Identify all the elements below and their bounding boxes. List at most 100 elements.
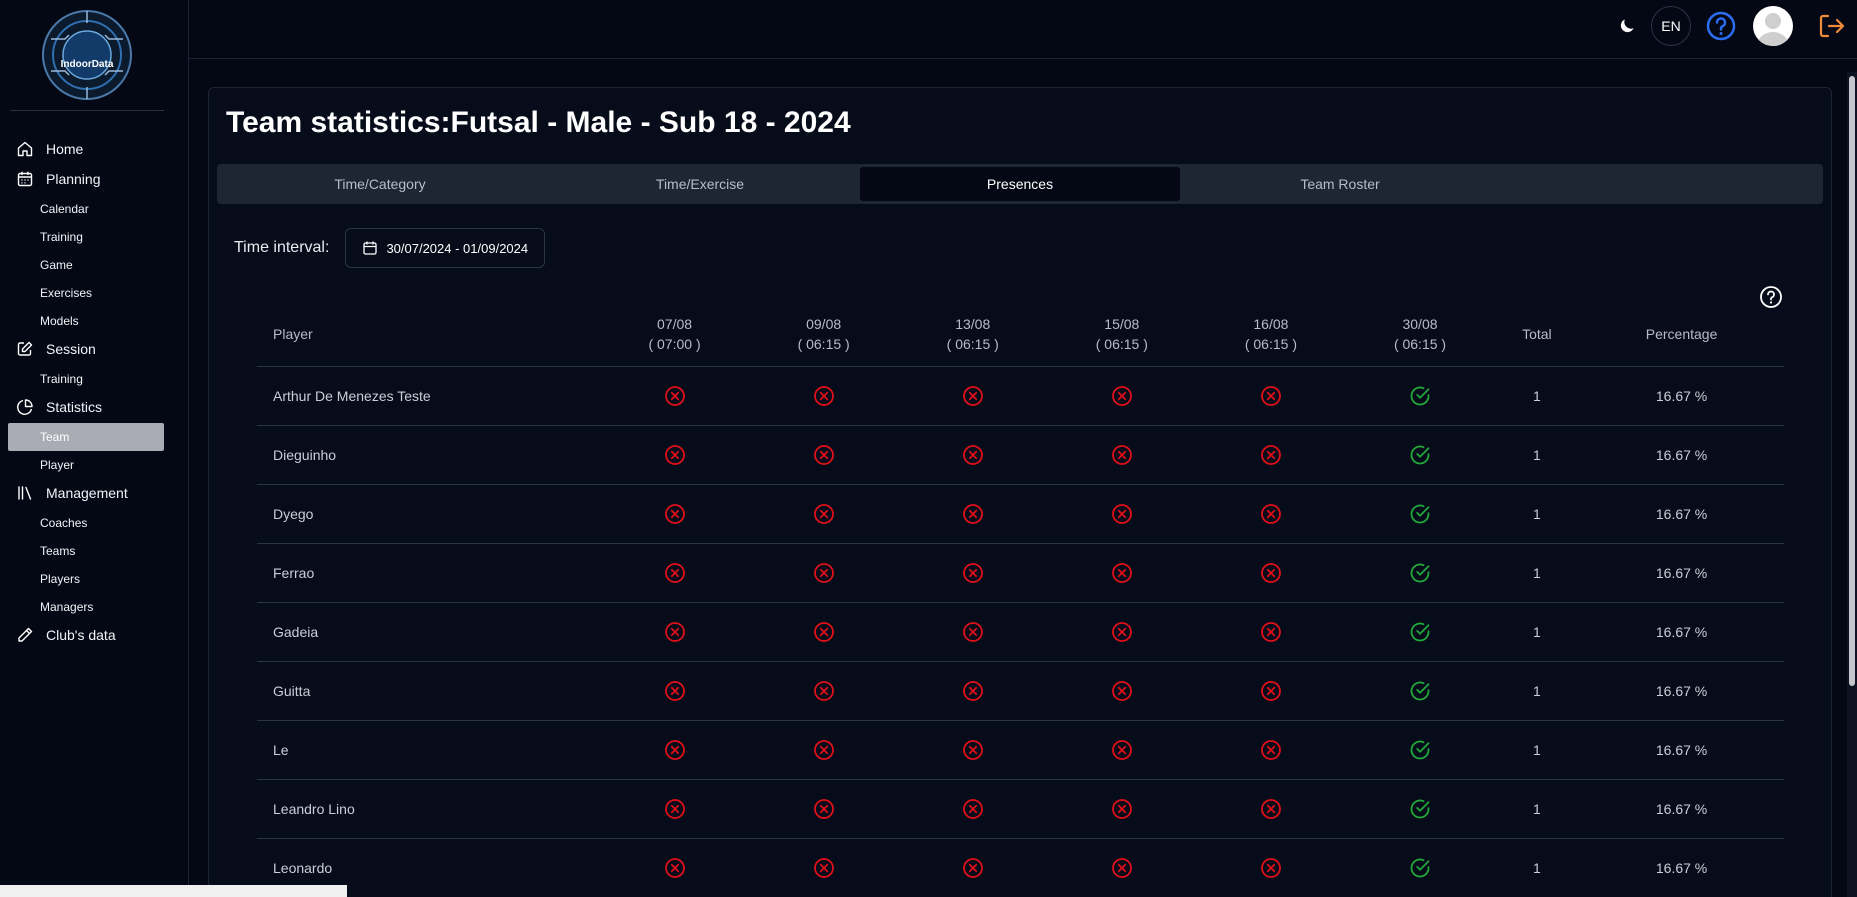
sidebar-subitem-planning-calendar[interactable]: Calendar	[0, 195, 188, 223]
table-row: Dyego 1 16.67 %	[257, 484, 1784, 544]
percentage-cell: 16.67 %	[1579, 366, 1784, 426]
date-range-picker[interactable]: 30/07/2024 - 01/09/2024	[345, 228, 546, 268]
sidebar-item-statistics[interactable]: Statistics	[0, 393, 188, 421]
present-check-icon	[1409, 445, 1431, 464]
app-logo[interactable]: IndoorData	[41, 9, 133, 101]
absent-x-icon	[962, 385, 984, 406]
total-cell: 1	[1494, 779, 1580, 839]
logout-icon[interactable]	[1817, 12, 1845, 40]
percentage-cell: 16.67 %	[1579, 543, 1784, 603]
sidebar-subitem-management-coaches[interactable]: Coaches	[0, 509, 188, 537]
sidebar-subitem-statistics-team[interactable]: Team	[8, 423, 164, 451]
sidebar-subitem-management-teams[interactable]: Teams	[0, 537, 188, 565]
scrollbar[interactable]	[1847, 72, 1857, 897]
calendar-icon	[363, 241, 378, 255]
session-date: 30/08	[1402, 316, 1438, 333]
presence-cell	[1196, 661, 1346, 721]
avatar[interactable]	[1753, 6, 1793, 46]
presence-cell	[1196, 602, 1346, 662]
presence-cell	[898, 543, 1048, 603]
absent-x-icon	[664, 385, 686, 406]
table-body: Arthur De Menezes Teste 1 16.67 % Dieguinho…	[257, 366, 1784, 897]
present-check-icon	[1409, 504, 1431, 523]
sidebar-subitem-management-players[interactable]: Players	[0, 565, 188, 593]
player-column-header[interactable]: Player	[257, 303, 600, 367]
time-interval-label: Time interval:	[234, 239, 330, 256]
presence-cell	[600, 543, 750, 603]
absent-x-icon	[1260, 562, 1282, 583]
sidebar-item-home[interactable]: Home	[0, 135, 188, 163]
present-check-icon	[1409, 740, 1431, 759]
total-column-header[interactable]: Total	[1494, 303, 1580, 367]
presence-cell	[1345, 838, 1495, 897]
sidebar-subitem-management-managers[interactable]: Managers	[0, 593, 188, 621]
absent-x-icon	[962, 444, 984, 465]
total-cell: 1	[1494, 838, 1580, 897]
player-name: Le	[257, 720, 600, 780]
logo-text: IndoorData	[60, 59, 114, 70]
top-bar: EN	[189, 0, 1857, 59]
presence-cell	[1345, 602, 1495, 662]
sidebar-item-label: Club's data	[46, 627, 116, 643]
home-icon	[16, 140, 34, 158]
percentage-cell: 16.67 %	[1579, 602, 1784, 662]
table-row: Leonardo 1 16.67 %	[257, 838, 1784, 897]
sidebar-subitem-planning-exercises[interactable]: Exercises	[0, 279, 188, 307]
percentage-cell: 16.67 %	[1579, 720, 1784, 780]
presence-cell	[898, 661, 1048, 721]
presence-cell	[898, 484, 1048, 544]
presence-cell	[1047, 543, 1197, 603]
absent-x-icon	[1260, 739, 1282, 760]
sidebar-subitem-planning-training[interactable]: Training	[0, 223, 188, 251]
player-name: Ferrao	[257, 543, 600, 603]
sidebar-subitem-statistics-player[interactable]: Player	[0, 451, 188, 479]
date-column-header: 30/08 ( 06:15 )	[1345, 303, 1495, 367]
date-range-value: 30/07/2024 - 01/09/2024	[386, 240, 529, 256]
scrollbar-thumb[interactable]	[1849, 76, 1855, 686]
sidebar-item-club-s-data[interactable]: Club's data	[0, 621, 188, 649]
presence-cell	[600, 661, 750, 721]
sidebar-subitem-planning-models[interactable]: Models	[0, 307, 188, 335]
presence-cell	[600, 484, 750, 544]
sidebar-nav: Home Planning Calendar Training Game Exercise…	[0, 111, 188, 649]
sidebar-item-label: Planning	[46, 171, 101, 187]
presence-cell	[1047, 838, 1197, 897]
absent-x-icon	[664, 798, 686, 819]
absent-x-icon	[664, 621, 686, 642]
tab-presences[interactable]: Presences	[860, 167, 1180, 201]
language-button[interactable]: EN	[1651, 6, 1691, 46]
sidebar: IndoorData Home Planning Calendar Training G…	[0, 0, 189, 897]
tab-team-roster[interactable]: Team Roster	[1180, 167, 1500, 201]
absent-x-icon	[813, 739, 835, 760]
presence-cell	[749, 602, 899, 662]
session-date: 13/08	[955, 316, 991, 333]
tab-time-category[interactable]: Time/Category	[220, 167, 540, 201]
sidebar-item-planning[interactable]: Planning	[0, 165, 188, 193]
table-header-row: Player 07/08 ( 07:00 ) 09/08 ( 06:15 ) 13/08 (…	[257, 303, 1784, 367]
presence-cell	[1047, 661, 1197, 721]
presence-cell	[600, 838, 750, 897]
sidebar-subitem-planning-game[interactable]: Game	[0, 251, 188, 279]
tab-time-exercise[interactable]: Time/Exercise	[540, 167, 860, 201]
presence-cell	[600, 366, 750, 426]
presence-cell	[1345, 779, 1495, 839]
total-cell: 1	[1494, 661, 1580, 721]
presence-cell	[749, 366, 899, 426]
table-row: Arthur De Menezes Teste 1 16.67 %	[257, 366, 1784, 426]
percentage-cell: 16.67 %	[1579, 838, 1784, 897]
moon-icon[interactable]	[1617, 16, 1637, 36]
presence-cell	[1345, 425, 1495, 485]
presence-cell	[1047, 602, 1197, 662]
presence-cell	[1345, 661, 1495, 721]
sidebar-item-management[interactable]: Management	[0, 479, 188, 507]
session-date: 07/08	[657, 316, 693, 333]
pencil-icon	[16, 626, 34, 644]
absent-x-icon	[813, 444, 835, 465]
sidebar-subitem-session-training[interactable]: Training	[0, 365, 188, 393]
sidebar-item-session[interactable]: Session	[0, 335, 188, 363]
session-date: 16/08	[1253, 316, 1289, 333]
absent-x-icon	[1260, 680, 1282, 701]
percentage-column-header[interactable]: Percentage	[1579, 303, 1784, 367]
help-icon[interactable]	[1705, 10, 1737, 42]
presence-cell	[1196, 366, 1346, 426]
